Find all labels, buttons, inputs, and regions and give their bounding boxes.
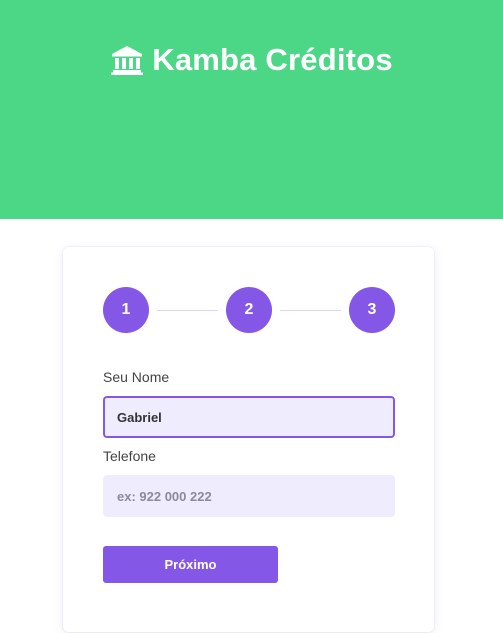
phone-input[interactable]	[103, 475, 395, 517]
stepper: 1 2 3	[103, 287, 395, 333]
brand: Kamba Créditos	[0, 42, 503, 78]
phone-label: Telefone	[103, 448, 156, 464]
app-title: Kamba Créditos	[152, 42, 393, 77]
name-label: Seu Nome	[103, 369, 170, 385]
form-card: 1 2 3 Seu Nome Telefone Próximo	[63, 247, 434, 632]
step-2[interactable]: 2	[226, 287, 272, 333]
name-input[interactable]	[103, 396, 395, 438]
step-1[interactable]: 1	[103, 287, 149, 333]
bank-icon	[110, 45, 144, 75]
step-connector	[157, 310, 218, 311]
header-banner: Kamba Créditos	[0, 0, 503, 219]
step-connector	[280, 310, 341, 311]
next-button[interactable]: Próximo	[103, 546, 278, 583]
step-3[interactable]: 3	[349, 287, 395, 333]
